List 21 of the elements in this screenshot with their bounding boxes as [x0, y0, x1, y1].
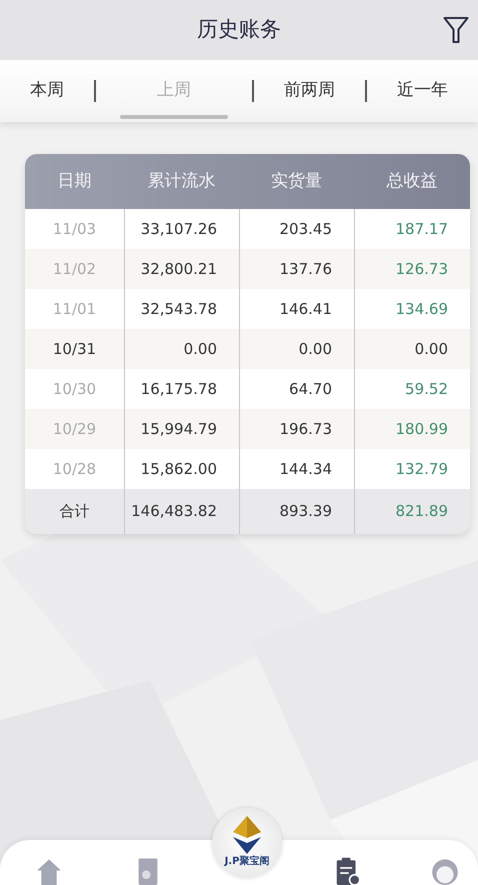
table-cell-text: 11/01 [52, 298, 98, 320]
table-cell-text: 11/03 [52, 218, 98, 240]
table-cell-text: 10/31 [52, 338, 98, 360]
table-cell-text: 10/30 [52, 378, 98, 400]
tab[interactable]: 本周 [24, 60, 70, 122]
table-cell: 893.39 [239, 489, 354, 534]
column-header: 日期 [56, 170, 92, 193]
logo-text: J.P聚宝阁 [224, 854, 270, 869]
table-cell-text: 11/02 [52, 258, 98, 280]
tab[interactable]: 前两周 [278, 60, 341, 122]
table-cell-text: 10/29 [52, 418, 98, 440]
column-header: 实货量 [270, 170, 323, 193]
column-header: 总收益 [386, 170, 438, 193]
tab[interactable]: 近一年 [391, 60, 454, 122]
filter-icon[interactable] [443, 16, 469, 44]
column-header: 累计流水 [146, 170, 216, 193]
table-cell-text: 10/28 [52, 458, 98, 480]
table-cell: 821.89 [354, 489, 470, 534]
table-cell-text: 合计 [58, 501, 90, 522]
table-cell: 146,483.82 [124, 489, 239, 534]
page-title: 历史账务 [197, 16, 281, 44]
